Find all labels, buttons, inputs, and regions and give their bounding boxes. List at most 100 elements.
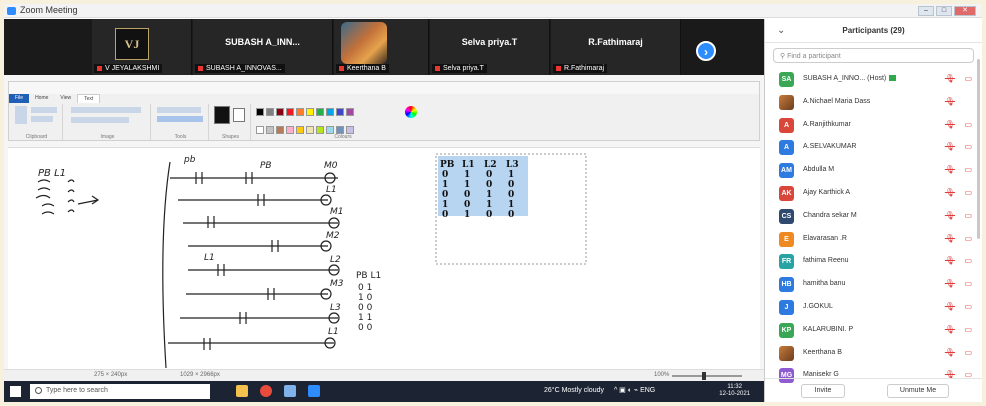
participant-row[interactable]: SA SUBASH A_INNO... (Host) 🎙︎ ▭ [765, 68, 982, 91]
scrollbar[interactable] [977, 59, 980, 239]
participant-row[interactable]: A A.Ranjithkumar 🎙︎ ▭ [765, 114, 982, 137]
participant-row[interactable]: Keerthana B 🎙︎ ▭ [765, 342, 982, 365]
video-strip: VJ V JEYALAKSHMI SUBASH A_INN... SUBASH … [4, 19, 764, 75]
window-title: Zoom Meeting [20, 5, 78, 15]
weather-text[interactable]: 26°C Mostly cloudy [544, 387, 604, 394]
participant-name: Abdulla M [803, 166, 835, 174]
left-table-header: PB L1 [38, 168, 66, 179]
svg-text:0: 0 [464, 200, 470, 210]
tile-display-name: Selva priya.T [461, 37, 518, 47]
zoom-window: Zoom Meeting – □ ✕ VJ V JEYALAKSHMI SUBA… [4, 4, 982, 402]
participant-row[interactable]: E Elavarasan .R 🎙︎ ▭ [765, 228, 982, 251]
video-tile[interactable]: R.Fathimaraj R.Fathimaraj [551, 19, 681, 75]
svg-text:0: 0 [442, 170, 448, 180]
svg-text:0: 0 [486, 180, 492, 190]
paint-canvas[interactable]: PB L1 pb PB M0 L1 M1 M2 L2 M3 L3 L1 L1 P… [8, 147, 760, 371]
edit-colours-icon[interactable] [405, 106, 417, 118]
window-controls: – □ ✕ [918, 6, 976, 16]
zoom-logo-icon [7, 7, 16, 15]
participant-search-input[interactable]: ⚲ Find a participant [773, 48, 974, 63]
participant-row[interactable]: AM Abdulla M 🎙︎ ▭ [765, 159, 982, 182]
chrome-icon[interactable] [260, 385, 272, 397]
svg-text:0: 0 [442, 210, 448, 220]
participant-row[interactable]: J J.GOKUL 🎙︎ ▭ [765, 296, 982, 319]
tab-view[interactable]: View [54, 94, 77, 103]
mic-muted-icon: 🎙︎ [944, 347, 955, 357]
tile-name: Selva priya.T [432, 64, 487, 73]
ladder-label: L1 [326, 185, 337, 195]
participant-row[interactable]: A.Nichael Maria Dass 🎙︎ [765, 91, 982, 114]
tab-text[interactable]: Text [77, 94, 101, 103]
taskbar-clock[interactable]: 11:32 12-10-2021 [719, 384, 750, 398]
handwritten-notes: PB L1 [35, 168, 100, 215]
participant-row[interactable]: FR fathima Reenu 🎙︎ ▭ [765, 250, 982, 273]
svg-text:1: 1 [442, 200, 448, 210]
ladder-label: L1 [328, 327, 339, 337]
avatar: J [779, 299, 794, 315]
avatar: E [779, 231, 794, 247]
right-table-row: 0 1 [358, 283, 372, 293]
participant-row[interactable]: KP KALARUBINI. P 🎙︎ ▭ [765, 319, 982, 342]
windows-start-icon[interactable] [10, 386, 21, 397]
minimize-button[interactable]: – [918, 6, 934, 16]
participant-row[interactable]: A A.SELVAKUMAR 🎙︎ ▭ [765, 136, 982, 159]
avatar: SA [779, 72, 794, 87]
video-tile[interactable]: Keerthana B [334, 19, 429, 75]
file-explorer-icon[interactable] [236, 385, 248, 397]
svg-text:0: 0 [508, 210, 514, 220]
close-button[interactable]: ✕ [954, 6, 976, 16]
ladder-label: M0 [324, 161, 338, 171]
paint-app-icon[interactable] [284, 385, 296, 397]
ladder-label: M1 [330, 207, 344, 217]
tile-display-name: R.Fathimaraj [588, 37, 643, 47]
svg-text:L2: L2 [484, 160, 497, 170]
svg-text:1: 1 [508, 200, 514, 210]
tile-name: Keerthana B [336, 64, 389, 73]
right-table-row: 1 0 [358, 293, 373, 303]
participant-row[interactable]: HB hamitha banu 🎙︎ ▭ [765, 273, 982, 296]
windows-taskbar: Type here to search 26°C Mostly cloudy ^… [4, 381, 764, 402]
avatar: CS [779, 208, 794, 224]
image-size: 1029 × 2966px [180, 372, 220, 378]
mic-muted-icon: 🎙︎ [944, 256, 955, 266]
participant-name: Ajay Karthick A [803, 188, 851, 196]
tab-home[interactable]: Home [29, 94, 54, 103]
zoom-slider[interactable] [672, 372, 742, 380]
ladder-label: L3 [330, 303, 341, 313]
tile-name: SUBASH A_INNOVAS... [195, 64, 285, 73]
image-group: Image [65, 104, 151, 140]
avatar: A [779, 140, 794, 156]
invite-button[interactable]: Invite [801, 384, 845, 398]
maximize-button[interactable]: □ [936, 6, 952, 16]
tab-file[interactable]: File [9, 94, 30, 103]
avatar-image [341, 22, 387, 64]
svg-text:1: 1 [464, 210, 470, 220]
participant-name: A.Nichael Maria Dass [803, 97, 871, 105]
tray-icons[interactable]: ^ ▣ ◐ ⌁ ENG [614, 387, 655, 394]
video-tile[interactable]: SUBASH A_INN... SUBASH A_INNOVAS... [193, 19, 333, 75]
ladder-label: L2 [330, 255, 341, 265]
svg-text:L1: L1 [462, 160, 475, 170]
ladder-diagram [162, 161, 340, 369]
participant-row[interactable]: AK Ajay Karthick A 🎙︎ ▭ [765, 182, 982, 205]
svg-text:L3: L3 [506, 160, 519, 170]
participant-row[interactable]: CS Chandra sekar M 🎙︎ ▭ [765, 205, 982, 228]
video-off-icon: ▭ [964, 187, 972, 197]
shared-screen: File Home View Text Clipboard Image Tool… [4, 75, 764, 381]
participant-name: Keerthana B [803, 348, 842, 356]
zoom-level: 100% [654, 372, 670, 378]
participant-name: SUBASH A_INNO... (Host) [803, 75, 899, 82]
tools-group: Tools [153, 104, 209, 140]
next-page-button[interactable]: › [696, 41, 716, 61]
taskbar-search[interactable]: Type here to search [30, 384, 210, 399]
video-off-icon: ▭ [964, 142, 972, 152]
video-tile[interactable]: VJ V JEYALAKSHMI [92, 19, 192, 75]
zoom-app-icon[interactable] [308, 385, 320, 397]
avatar: HB [779, 277, 794, 293]
svg-text:0: 0 [486, 210, 492, 220]
video-tile[interactable]: Selva priya.T Selva priya.T [430, 19, 550, 75]
paint-ribbon: File Home View Text Clipboard Image Tool… [8, 81, 760, 141]
unmute-me-button[interactable]: Unmute Me [887, 384, 949, 398]
participants-footer: Invite Unmute Me [765, 378, 982, 402]
shapes-group: Shapes [211, 104, 251, 140]
